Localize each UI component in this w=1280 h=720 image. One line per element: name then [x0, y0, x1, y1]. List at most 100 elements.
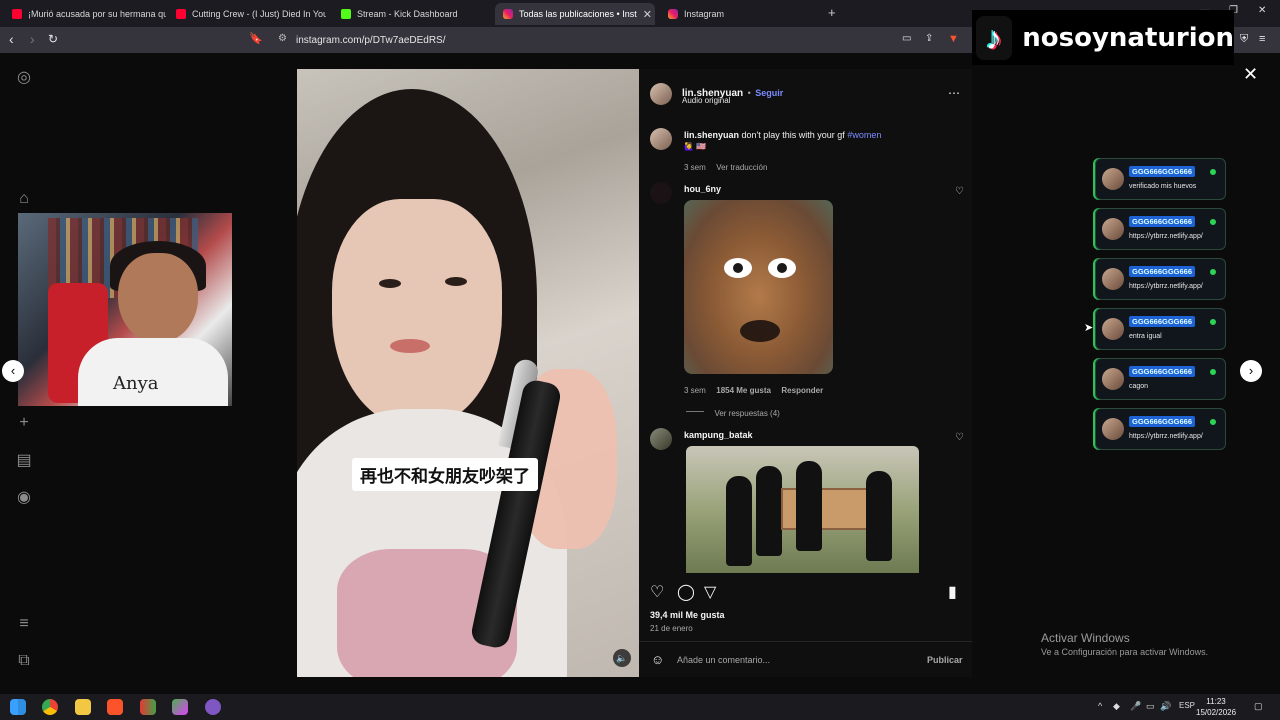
like-comment-icon[interactable]: ♡	[955, 432, 964, 443]
comment-likes[interactable]: 1854 Me gusta	[716, 386, 771, 395]
emoji-icon[interactable]: ☺	[651, 652, 664, 667]
tab-kick-dashboard[interactable]: Stream - Kick Dashboard	[333, 3, 493, 25]
new-tab-button[interactable]: +	[828, 5, 836, 20]
chat-text: verificado mis huevos	[1129, 183, 1197, 190]
app-icon[interactable]	[140, 699, 156, 715]
create-icon[interactable]: +	[14, 413, 34, 433]
comment-gif-dog[interactable]	[684, 200, 833, 374]
instagram-logo-icon[interactable]: ◎	[14, 68, 34, 88]
caption-username[interactable]: lin.shenyuan	[684, 130, 739, 140]
publish-button[interactable]: Publicar	[927, 655, 963, 665]
close-window-icon[interactable]: ✕	[1258, 5, 1266, 16]
notifications-icon[interactable]: ▢	[1254, 701, 1263, 712]
previous-post-arrow-icon[interactable]: ‹	[2, 360, 24, 382]
chat-avatar	[1102, 368, 1124, 390]
video-face	[332, 199, 502, 429]
youtube-icon	[12, 9, 22, 19]
post-video[interactable]: 再也不和女朋友吵架了 🔈	[297, 69, 639, 677]
caption-hashtag[interactable]: #women	[847, 130, 881, 140]
instagram-icon	[503, 9, 513, 19]
windows-activation-watermark: Activar Windows Ve a Configuración para …	[1041, 631, 1208, 657]
more-options-icon[interactable]: ⋯	[948, 86, 960, 100]
app-icon[interactable]	[172, 699, 188, 715]
site-info-icon[interactable]: ⚙	[278, 33, 287, 44]
tray-app-icon[interactable]: ◆	[1113, 701, 1120, 712]
likes-count[interactable]: 39,4 mil Me gusta	[650, 610, 725, 620]
next-post-arrow-icon[interactable]: ›	[1240, 360, 1262, 382]
threads-icon[interactable]: ◉	[14, 488, 34, 508]
chrome-icon[interactable]	[42, 699, 58, 715]
dashboard-icon[interactable]: ▤	[14, 451, 34, 471]
translate-link[interactable]: Ver traducción	[716, 163, 767, 172]
chat-text: entra igual	[1129, 333, 1162, 340]
post-date: 21 de enero	[650, 624, 693, 633]
tab-instagram[interactable]: Instagram	[660, 3, 820, 25]
cast-icon[interactable]: ▭	[902, 31, 911, 47]
brave-icon[interactable]	[107, 699, 123, 715]
language-indicator[interactable]: ESP	[1179, 701, 1195, 710]
tray-expand-icon[interactable]: ^	[1098, 701, 1102, 711]
view-replies[interactable]: Ver respuestas (4)	[686, 403, 780, 421]
online-dot	[1210, 419, 1216, 425]
obs-icon[interactable]	[205, 699, 221, 715]
comment-icon[interactable]: ◯	[677, 582, 695, 602]
audio-label[interactable]: Audio original	[682, 96, 730, 105]
streamer-face	[118, 253, 198, 343]
author-avatar[interactable]	[650, 83, 672, 105]
streamer-shirt	[78, 338, 228, 406]
follow-button[interactable]: Seguir	[755, 88, 783, 98]
file-explorer-icon[interactable]	[75, 699, 91, 715]
menu-icon[interactable]: ≡	[1259, 31, 1265, 47]
windows-start-icon[interactable]	[10, 699, 26, 715]
like-icon[interactable]: ♡	[650, 582, 664, 602]
home-icon[interactable]: ⌂	[14, 189, 34, 209]
video-subtitle: 再也不和女朋友吵架了	[352, 458, 538, 491]
caption-avatar[interactable]	[650, 128, 672, 150]
comment-username[interactable]: hou_6ny	[684, 184, 721, 194]
share-post-icon[interactable]: ▽	[704, 582, 716, 602]
replies-line	[686, 411, 704, 413]
tab-instagram-posts[interactable]: Todas las publicaciones • Inst ✕	[495, 3, 655, 25]
dancer	[726, 476, 752, 566]
reload-icon[interactable]: ↻	[48, 31, 58, 47]
online-dot	[1210, 169, 1216, 175]
vpn-icon[interactable]: ⛨	[1240, 31, 1248, 47]
dancer	[756, 466, 782, 556]
close-tab-icon[interactable]: ✕	[643, 8, 652, 21]
also-from-meta-icon[interactable]: ⧉	[14, 651, 34, 671]
chat-text: https://ytbrrz.netlify.app/	[1129, 433, 1203, 440]
video-lips	[390, 339, 430, 353]
back-icon[interactable]: ‹	[9, 31, 14, 47]
caption-emoji: 🙋‍♀️ 🇺🇸	[684, 142, 707, 151]
comment-gif-coffin-dance[interactable]	[686, 446, 919, 573]
comment-username[interactable]: kampung_batak	[684, 430, 753, 440]
tab-label: Instagram	[684, 9, 725, 19]
comment-input[interactable]: Añade un comentario...	[677, 655, 770, 665]
tab-label: Stream - Kick Dashboard	[357, 9, 458, 19]
address-bar[interactable]: ⚙ instagram.com/p/DTw7aeDEdRS/	[272, 30, 967, 50]
youtube-icon	[176, 9, 186, 19]
brave-shield-icon[interactable]: ▼	[948, 31, 959, 47]
view-replies-label[interactable]: Ver respuestas (4)	[714, 409, 779, 418]
tab-murio[interactable]: ¡Murió acusada por su hermana que	[4, 3, 166, 25]
clock[interactable]: 11:23 15/02/2026	[1196, 696, 1236, 718]
chat-message: GGG666GGG666 verificado mis huevos	[1095, 158, 1226, 200]
tiktok-overlay: ♪ nosoynaturion	[972, 10, 1234, 65]
microphone-icon[interactable]: 🎤	[1130, 701, 1141, 712]
online-dot	[1210, 369, 1216, 375]
network-icon[interactable]: ▭	[1146, 701, 1155, 712]
clock-date: 15/02/2026	[1196, 708, 1237, 717]
bookmark-icon[interactable]: 🔖	[249, 31, 263, 47]
comment-avatar[interactable]	[650, 428, 672, 450]
volume-icon[interactable]: 🔈	[613, 649, 631, 667]
forward-icon[interactable]: ›	[30, 31, 35, 47]
share-icon[interactable]: ⇪	[925, 31, 933, 47]
close-modal-icon[interactable]: ✕	[1243, 64, 1258, 85]
more-menu-icon[interactable]: ≡	[14, 614, 34, 634]
tab-cutting-crew[interactable]: Cutting Crew - (I Just) Died In Your A	[168, 3, 326, 25]
reply-button[interactable]: Responder	[781, 386, 823, 395]
speaker-icon[interactable]: 🔊	[1160, 701, 1171, 712]
comment-avatar[interactable]	[650, 182, 672, 204]
save-icon[interactable]: ▮	[948, 582, 957, 602]
like-comment-icon[interactable]: ♡	[955, 186, 964, 197]
